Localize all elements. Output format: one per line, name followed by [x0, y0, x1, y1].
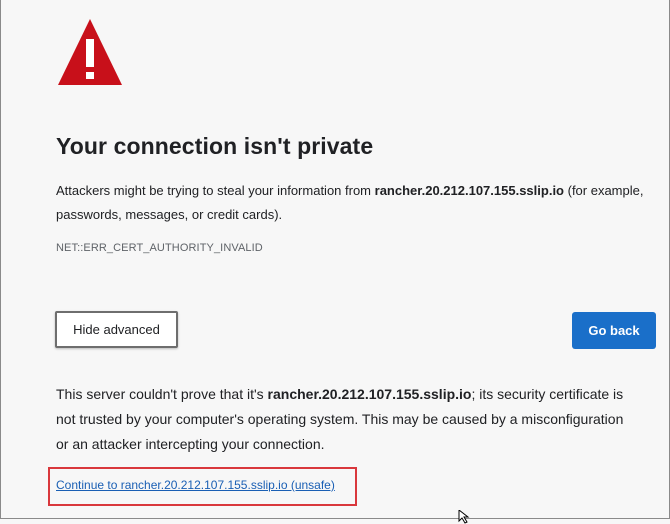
- error-code[interactable]: NET::ERR_CERT_AUTHORITY_INVALID: [56, 242, 263, 254]
- description-host: rancher.20.212.107.155.sslip.io: [374, 183, 564, 198]
- warning-triangle-icon: [58, 19, 122, 85]
- advanced-details: This server couldn't prove that it's ran…: [56, 382, 631, 457]
- details-text-before: This server couldn't prove that it's: [56, 386, 268, 402]
- warning-description: Attackers might be trying to steal your …: [56, 179, 646, 227]
- details-host: rancher.20.212.107.155.sslip.io: [267, 386, 472, 402]
- page-title: Your connection isn't private: [56, 133, 374, 159]
- description-text-before: Attackers might be trying to steal your …: [56, 183, 375, 198]
- browser-page: Your connection isn't private Attackers …: [0, 0, 670, 524]
- go-back-button[interactable]: Go back: [572, 312, 656, 349]
- mouse-cursor-icon: [458, 510, 470, 524]
- hide-advanced-button[interactable]: Hide advanced: [55, 311, 178, 348]
- proceed-unsafe-link[interactable]: Continue to rancher.20.212.107.155.sslip…: [56, 478, 335, 492]
